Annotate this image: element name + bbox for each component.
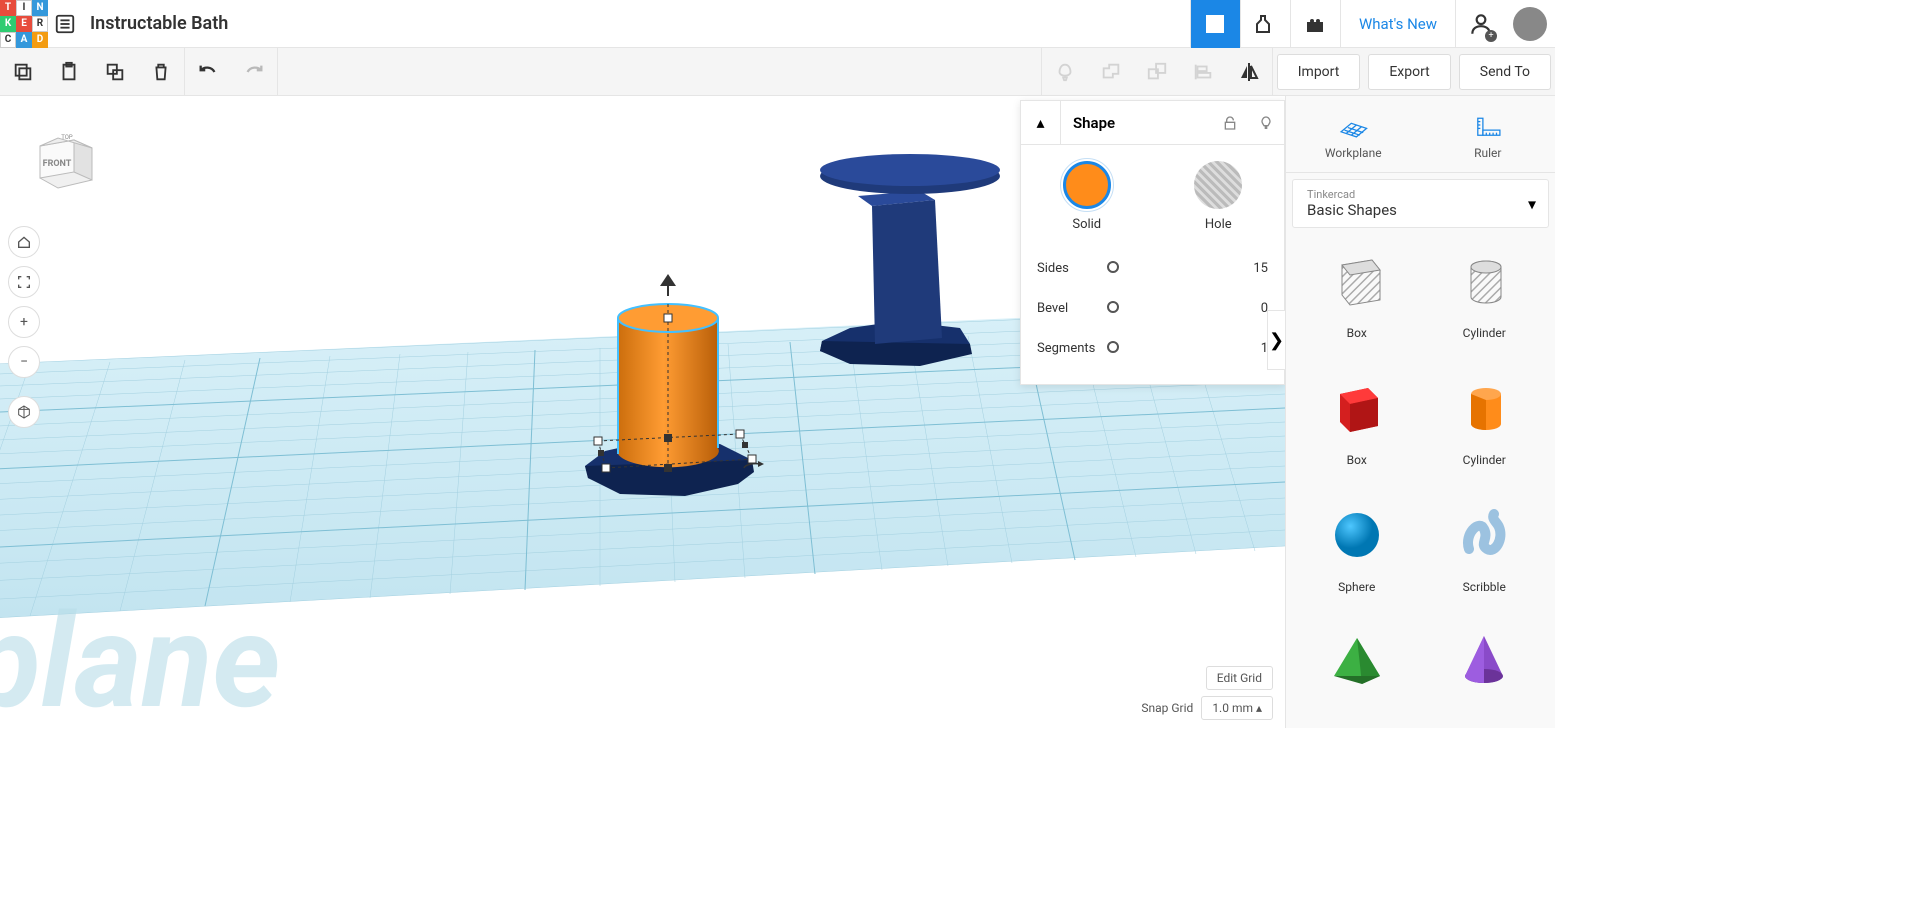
design-list-icon[interactable] xyxy=(48,0,82,48)
zoom-out-button[interactable]: − xyxy=(8,346,40,378)
segments-slider[interactable] xyxy=(1107,346,1238,350)
sendto-button[interactable]: Send To xyxy=(1459,54,1551,90)
bevel-slider[interactable] xyxy=(1107,306,1238,310)
account-button[interactable]: + xyxy=(1455,0,1505,48)
svg-text:FRONT: FRONT xyxy=(43,159,72,169)
show-all-button[interactable] xyxy=(1042,48,1088,96)
shape-pyramid[interactable] xyxy=(1296,615,1418,722)
import-button[interactable]: Import xyxy=(1277,54,1361,90)
sides-slider[interactable] xyxy=(1107,266,1238,270)
paste-button[interactable] xyxy=(46,48,92,96)
shape-properties-panel: ▴ Shape Solid Hole Sides 15 Bevel 0 xyxy=(1020,100,1285,385)
ortho-toggle-button[interactable] xyxy=(8,396,40,428)
shape-box-hole[interactable]: Box xyxy=(1296,234,1418,355)
shape-category-select[interactable]: Tinkercad Basic Shapes ▾ xyxy=(1292,179,1549,228)
grid-controls: Edit Grid Snap Grid 1.0 mm ▴ xyxy=(1141,660,1273,720)
view-3d-button[interactable] xyxy=(1190,0,1240,48)
param-bevel: Bevel 0 xyxy=(1037,288,1268,328)
lightbulb-icon[interactable] xyxy=(1248,101,1284,145)
group-button[interactable] xyxy=(1088,48,1134,96)
chevron-down-icon: ▾ xyxy=(1528,194,1536,213)
collapse-panel-button[interactable]: ▴ xyxy=(1021,101,1061,145)
shapes-sidebar: Workplane Ruler Tinkercad Basic Shapes ▾… xyxy=(1285,96,1555,728)
mirror-button[interactable] xyxy=(1226,48,1272,96)
lock-icon[interactable] xyxy=(1212,101,1248,145)
snap-grid-label: Snap Grid xyxy=(1141,701,1193,715)
undo-button[interactable] xyxy=(185,48,231,96)
param-sides: Sides 15 xyxy=(1037,248,1268,288)
workplane-tool[interactable]: Workplane xyxy=(1286,96,1421,172)
svg-text:TOP: TOP xyxy=(61,134,73,141)
edit-grid-button[interactable]: Edit Grid xyxy=(1206,666,1273,690)
project-title[interactable]: Instructable Bath xyxy=(82,13,236,34)
toolbar: Import Export Send To xyxy=(0,48,1555,96)
shape-panel-title: Shape xyxy=(1061,114,1212,132)
ruler-tool[interactable]: Ruler xyxy=(1421,96,1556,172)
duplicate-button[interactable] xyxy=(92,48,138,96)
solid-mode-button[interactable]: Solid xyxy=(1063,161,1111,232)
zoom-in-button[interactable]: + xyxy=(8,306,40,338)
copy-button[interactable] xyxy=(0,48,46,96)
snap-grid-select[interactable]: 1.0 mm ▴ xyxy=(1201,696,1273,720)
export-button[interactable]: Export xyxy=(1368,54,1450,90)
user-avatar[interactable] xyxy=(1513,7,1547,41)
svg-text:plane: plane xyxy=(0,585,281,728)
param-segments: Segments 1 xyxy=(1037,328,1268,368)
viewcube[interactable]: FRONT TOP xyxy=(30,126,100,196)
whats-new-link[interactable]: What's New xyxy=(1340,0,1455,48)
home-view-button[interactable] xyxy=(8,226,40,258)
sidebar-collapse-button[interactable]: ❯ xyxy=(1267,310,1285,370)
view-bricks-button[interactable] xyxy=(1290,0,1340,48)
shape-cylinder-hole[interactable]: Cylinder xyxy=(1424,234,1546,355)
hole-mode-button[interactable]: Hole xyxy=(1194,161,1242,232)
ungroup-button[interactable] xyxy=(1134,48,1180,96)
redo-button[interactable] xyxy=(231,48,277,96)
view-blocks-button[interactable] xyxy=(1240,0,1290,48)
align-button[interactable] xyxy=(1180,48,1226,96)
fit-view-button[interactable] xyxy=(8,266,40,298)
shape-cylinder-solid[interactable]: Cylinder xyxy=(1424,361,1546,482)
shape-sphere[interactable]: Sphere xyxy=(1296,488,1418,609)
shape-box-solid[interactable]: Box xyxy=(1296,361,1418,482)
shape-cone[interactable] xyxy=(1424,615,1546,722)
header-bar: TIN KER CAD Instructable Bath What's New… xyxy=(0,0,1555,48)
tinkercad-logo[interactable]: TIN KER CAD xyxy=(0,0,48,48)
shape-scribble[interactable]: Scribble xyxy=(1424,488,1546,609)
shapes-grid: Box Cylinder Box Cylinder Sphere Scribbl… xyxy=(1286,228,1555,728)
delete-button[interactable] xyxy=(138,48,184,96)
